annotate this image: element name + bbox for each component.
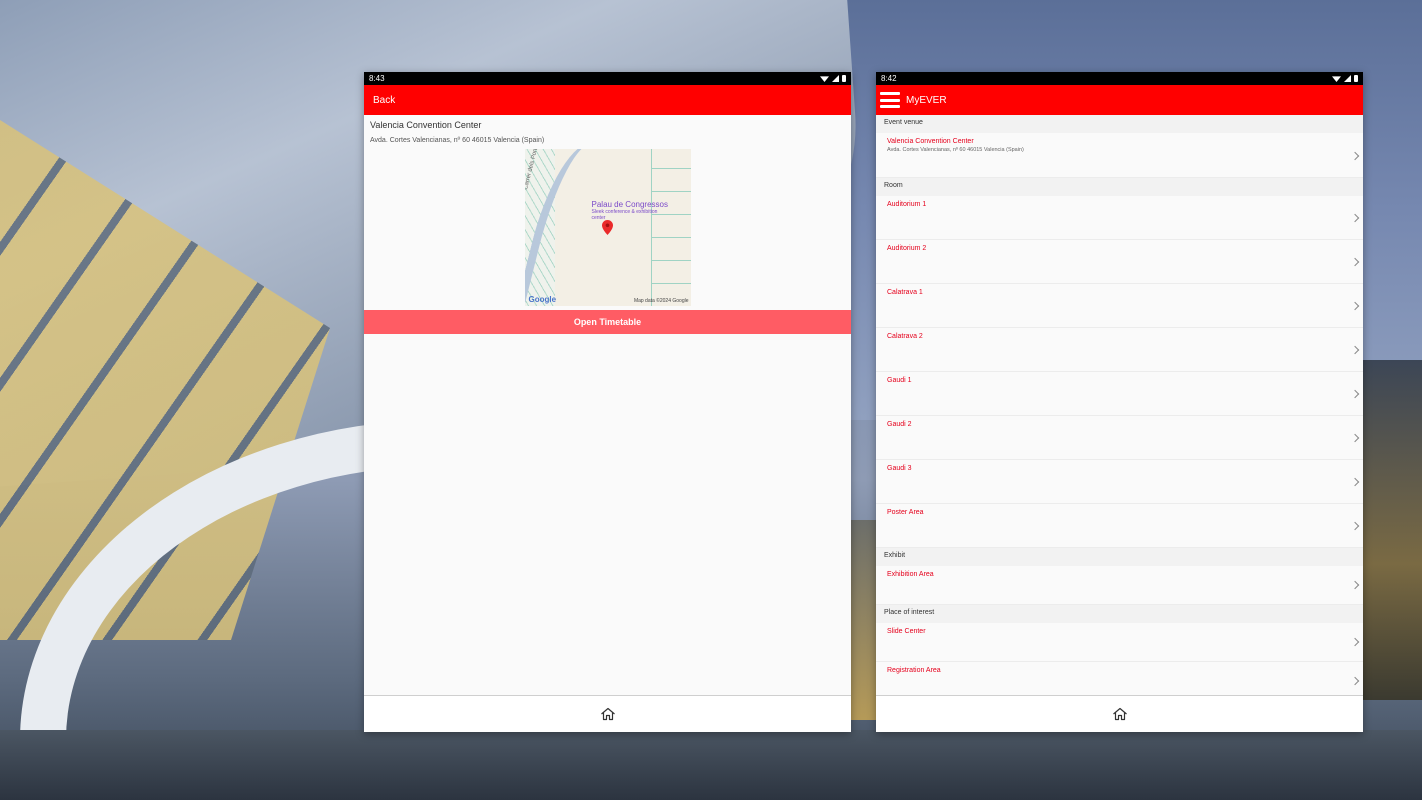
chevron-right-icon [1350, 676, 1360, 686]
list-item-title: Registration Area [887, 667, 941, 674]
venue-address: Avda. Cortes Valencianas, nº 60 46015 Va… [370, 137, 545, 144]
chevron-right-icon [1350, 301, 1360, 311]
bottom-navigation [876, 695, 1363, 732]
background-water [0, 730, 1422, 800]
list-item-title: Valencia Convention Center [887, 138, 974, 145]
list-item-title: Gaudi 2 [887, 421, 912, 428]
status-bar: 8:42 [876, 72, 1363, 85]
chevron-right-icon [1350, 637, 1360, 647]
background-city-lights [1362, 360, 1422, 700]
list-item-title: Auditorium 1 [887, 201, 927, 208]
list-item-registration-area[interactable]: Registration Area [876, 662, 1363, 695]
list-item-gaudi-2[interactable]: Gaudi 2 [876, 416, 1363, 460]
list-item-title: Calatrava 1 [887, 289, 923, 296]
status-icons [820, 75, 846, 82]
home-icon[interactable] [600, 707, 616, 721]
chevron-right-icon [1350, 345, 1360, 355]
map-attribution: Map data ©2024 Google [633, 298, 689, 304]
chevron-right-icon [1350, 257, 1360, 267]
status-time: 8:43 [369, 74, 385, 83]
section-header-place-of-interest: Place of interest [876, 605, 1363, 623]
hamburger-menu-icon[interactable] [880, 92, 900, 108]
app-bar: Back [364, 85, 851, 115]
map-streets-grid [650, 149, 691, 306]
back-button[interactable]: Back [373, 95, 395, 106]
list-item-gaudi-3[interactable]: Gaudi 3 [876, 460, 1363, 504]
list-item-gaudi-1[interactable]: Gaudi 1 [876, 372, 1363, 416]
list-item-auditorium-2[interactable]: Auditorium 2 [876, 240, 1363, 284]
chevron-right-icon [1350, 389, 1360, 399]
venue-detail-content: Valencia Convention Center Avda. Cortes … [364, 115, 851, 695]
list-item-slide-center[interactable]: Slide Center [876, 623, 1363, 662]
venue-map[interactable]: Carrer dels Ports Palau de Congressos Sl… [524, 149, 691, 306]
venue-detail-window: 8:43 Back Valencia Convention Center Avd… [364, 72, 851, 732]
list-item-title: Poster Area [887, 509, 924, 516]
chevron-right-icon [1350, 433, 1360, 443]
list-item-title: Exhibition Area [887, 571, 934, 578]
venue-name: Valencia Convention Center [370, 120, 482, 130]
home-icon[interactable] [1112, 707, 1128, 721]
list-item-title: Slide Center [887, 628, 926, 635]
wifi-icon [820, 76, 829, 82]
list-item-title: Auditorium 2 [887, 245, 927, 252]
signal-icon [1344, 75, 1351, 82]
chevron-right-icon [1350, 151, 1360, 161]
venue-list: Event venue Valencia Convention Center A… [876, 115, 1363, 695]
status-bar: 8:43 [364, 72, 851, 85]
battery-icon [1354, 75, 1358, 82]
list-item-title: Gaudi 3 [887, 465, 912, 472]
list-item-title: Calatrava 2 [887, 333, 923, 340]
section-header-room: Room [876, 178, 1363, 196]
list-item-exhibition-area[interactable]: Exhibition Area [876, 566, 1363, 605]
wifi-icon [1332, 76, 1341, 82]
app-bar: MyEVER [876, 85, 1363, 115]
signal-icon [832, 75, 839, 82]
list-item-valencia-convention-center[interactable]: Valencia Convention Center Avda. Cortes … [876, 133, 1363, 178]
section-header-event-venue: Event venue [876, 115, 1363, 133]
battery-icon [842, 75, 846, 82]
status-time: 8:42 [881, 74, 897, 83]
background-lights-middle [850, 520, 878, 720]
list-item-auditorium-1[interactable]: Auditorium 1 [876, 196, 1363, 240]
status-icons [1332, 75, 1358, 82]
list-item-title: Gaudi 1 [887, 377, 912, 384]
list-item-calatrava-1[interactable]: Calatrava 1 [876, 284, 1363, 328]
open-timetable-button[interactable]: Open Timetable [364, 310, 851, 334]
bottom-navigation [364, 695, 851, 732]
list-item-subtitle: Avda. Cortes Valencianas, nº 60 46015 Va… [887, 147, 1024, 153]
chevron-right-icon [1350, 213, 1360, 223]
chevron-right-icon [1350, 580, 1360, 590]
app-title: MyEVER [906, 94, 947, 106]
venue-list-window: 8:42 MyEVER Event venue Valencia Convent… [876, 72, 1363, 732]
section-header-exhibit: Exhibit [876, 548, 1363, 566]
map-poi-title: Palau de Congressos [591, 200, 669, 209]
google-logo: Google [528, 295, 557, 304]
list-item-poster-area[interactable]: Poster Area [876, 504, 1363, 548]
map-pin-icon[interactable] [601, 220, 613, 235]
list-item-calatrava-2[interactable]: Calatrava 2 [876, 328, 1363, 372]
chevron-right-icon [1350, 521, 1360, 531]
chevron-right-icon [1350, 477, 1360, 487]
